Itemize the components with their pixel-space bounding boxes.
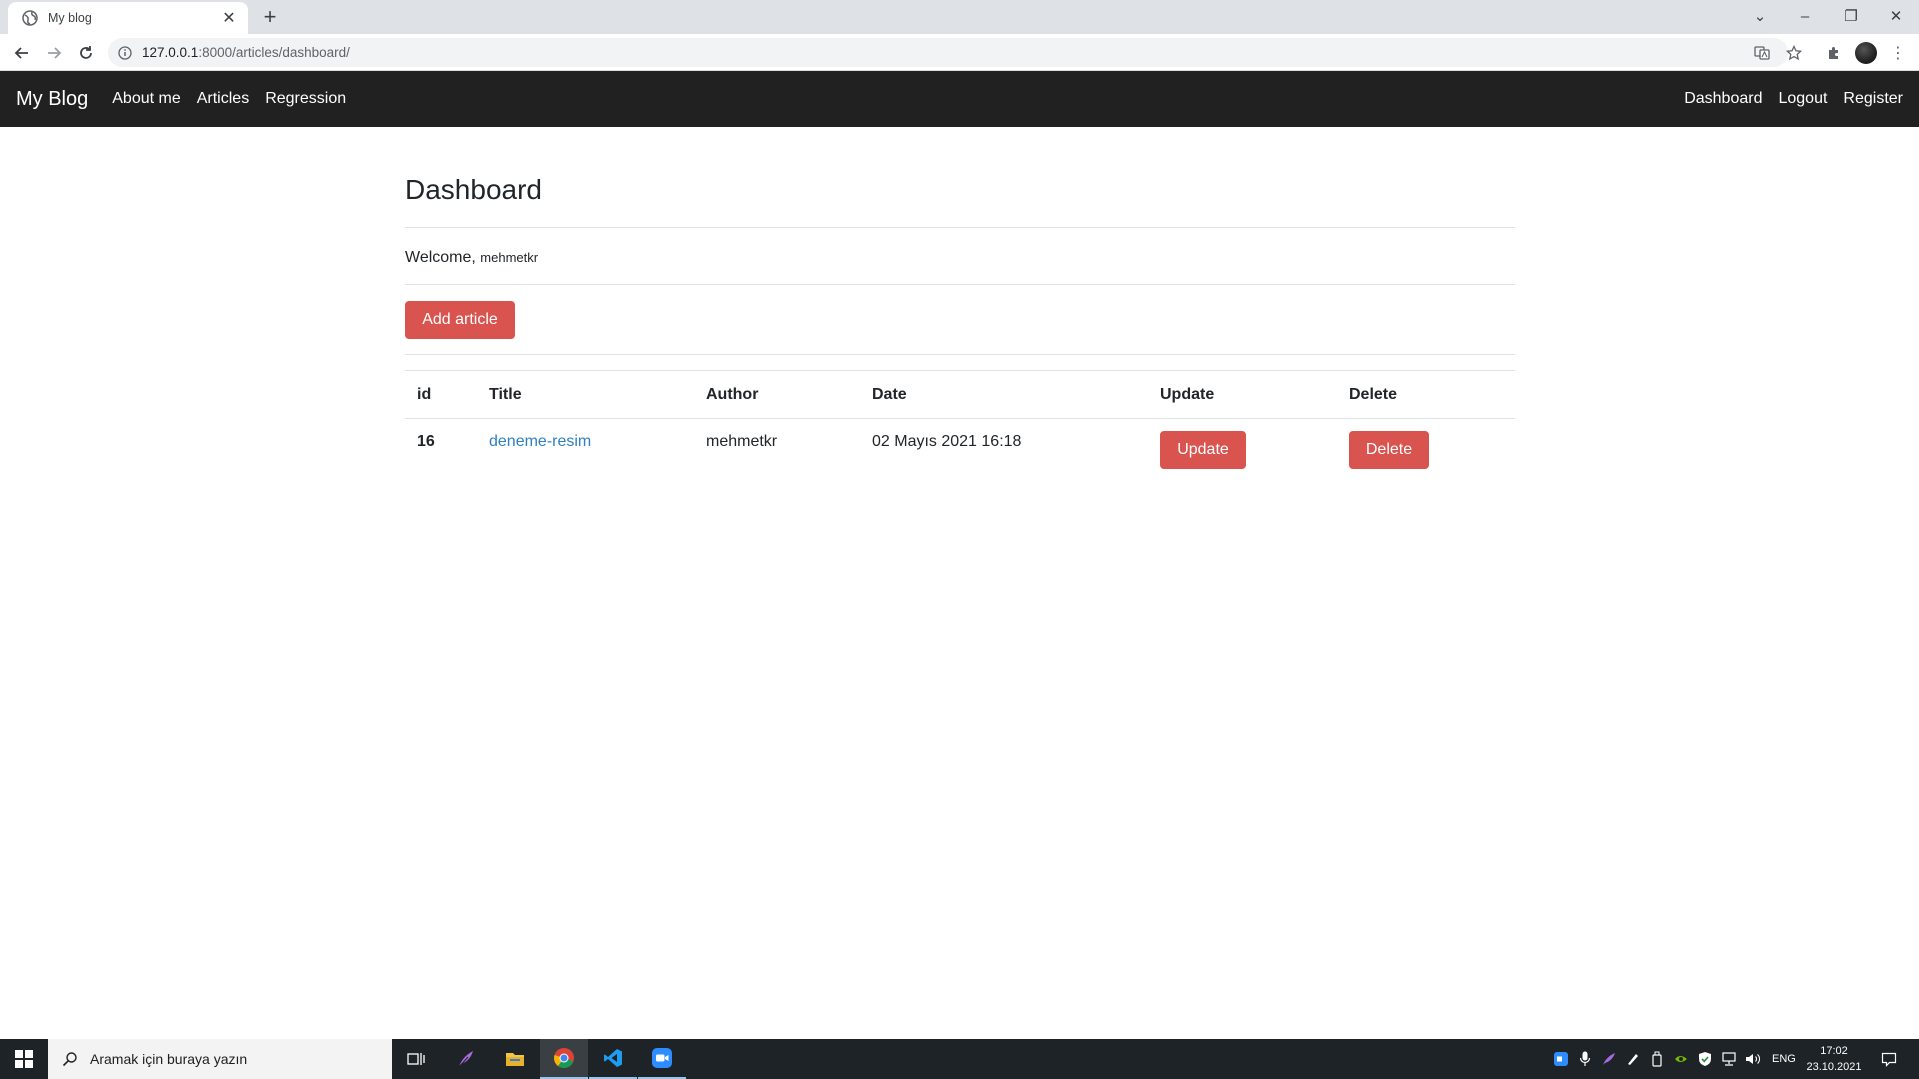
back-arrow-icon — [14, 47, 28, 59]
globe-icon — [22, 10, 38, 26]
header-delete: Delete — [1337, 370, 1515, 419]
translate-icon[interactable] — [1750, 41, 1774, 65]
close-tab-icon[interactable]: ✕ — [220, 8, 238, 28]
reload-button[interactable] — [74, 41, 98, 65]
article-title-cell: deneme-resim — [477, 418, 694, 472]
profile-avatar[interactable] — [1854, 41, 1878, 65]
browser-menu-icon[interactable]: ⋮ — [1886, 41, 1910, 65]
feather-app-icon[interactable] — [442, 1039, 490, 1079]
header-author: Author — [694, 370, 860, 419]
volume-icon[interactable] — [1744, 1050, 1762, 1068]
update-button[interactable]: Update — [1160, 431, 1246, 469]
security-shield-icon[interactable] — [1696, 1050, 1714, 1068]
add-article-button[interactable]: Add article — [405, 301, 515, 339]
close-window-button[interactable]: ✕ — [1876, 4, 1916, 30]
bookmark-star-icon[interactable] — [1782, 41, 1806, 65]
forward-arrow-icon — [48, 47, 62, 59]
main-content: Dashboard Welcome, mehmetkr Add article … — [405, 127, 1515, 472]
nav-dashboard[interactable]: Dashboard — [1684, 90, 1762, 108]
zoom-tray-icon[interactable] — [1552, 1050, 1570, 1068]
start-button[interactable] — [0, 1039, 48, 1079]
page-title: Dashboard — [405, 174, 542, 205]
windows-taskbar: Aramak için buraya yazın ENG 17:02 23.10… — [0, 1039, 1919, 1079]
forward-button[interactable] — [42, 41, 66, 65]
feather-tray-icon[interactable] — [1600, 1050, 1618, 1068]
new-tab-button[interactable]: + — [258, 6, 282, 30]
browser-toolbar: 127.0.0.1:8000/articles/dashboard/ ⋮ — [0, 34, 1919, 71]
divider — [405, 284, 1515, 285]
divider — [405, 227, 1515, 228]
username: mehmetkr — [480, 250, 539, 265]
delete-cell: Delete — [1337, 418, 1515, 472]
delete-button[interactable]: Delete — [1349, 431, 1429, 469]
nav-logout[interactable]: Logout — [1778, 90, 1827, 108]
header-date: Date — [860, 370, 1148, 419]
zoom-app-icon[interactable] — [638, 1039, 686, 1079]
pen-tray-icon[interactable] — [1624, 1050, 1642, 1068]
minimize-button[interactable]: – — [1785, 4, 1825, 30]
chrome-icon[interactable] — [540, 1039, 588, 1079]
windows-logo-icon — [15, 1050, 33, 1068]
reload-icon — [80, 46, 92, 59]
nav-regression[interactable]: Regression — [265, 90, 346, 108]
notification-center-icon[interactable] — [1880, 1050, 1898, 1068]
address-bar[interactable]: 127.0.0.1:8000/articles/dashboard/ — [108, 38, 1788, 67]
info-icon[interactable] — [118, 45, 132, 60]
header-id: id — [405, 370, 477, 419]
nav-right-group: Dashboard Logout Register — [1668, 90, 1903, 108]
taskbar-search-box[interactable]: Aramak için buraya yazın — [48, 1039, 392, 1079]
file-explorer-icon[interactable] — [491, 1039, 539, 1079]
divider — [405, 354, 1515, 355]
welcome-prefix: Welcome, — [405, 249, 476, 266]
nav-register[interactable]: Register — [1843, 90, 1903, 108]
url-text: 127.0.0.1:8000/articles/dashboard/ — [142, 45, 350, 60]
update-cell: Update — [1148, 418, 1337, 472]
browser-tab[interactable]: My blog ✕ — [8, 2, 248, 34]
restore-button[interactable]: ❐ — [1831, 4, 1871, 30]
nav-about-me[interactable]: About me — [112, 90, 180, 108]
header-title: Title — [477, 370, 694, 419]
article-title-link[interactable]: deneme-resim — [489, 433, 591, 450]
tab-search-icon[interactable]: ⌄ — [1740, 4, 1780, 30]
article-date: 02 Mayıs 2021 16:18 — [860, 418, 1148, 472]
search-placeholder: Aramak için buraya yazın — [90, 1051, 248, 1067]
clock-date: 23.10.2021 — [1806, 1061, 1862, 1073]
network-icon[interactable] — [1720, 1050, 1738, 1068]
browser-tab-strip: My blog ✕ + ⌄ – ❐ ✕ — [0, 0, 1919, 34]
welcome-message: Welcome, mehmetkr — [405, 248, 1515, 268]
microphone-icon[interactable] — [1576, 1050, 1594, 1068]
nvidia-icon[interactable] — [1672, 1050, 1690, 1068]
article-author: mehmetkr — [694, 418, 860, 472]
vscode-icon[interactable] — [589, 1039, 637, 1079]
header-update: Update — [1148, 370, 1337, 419]
extensions-puzzle-icon[interactable] — [1822, 41, 1846, 65]
table-header-row: id Title Author Date Update Delete — [405, 370, 1515, 419]
nav-articles[interactable]: Articles — [197, 90, 249, 108]
back-button[interactable] — [10, 41, 34, 65]
task-view-icon[interactable] — [392, 1039, 440, 1079]
clock-time: 17:02 — [1820, 1045, 1848, 1057]
usb-device-icon[interactable] — [1648, 1050, 1666, 1068]
table-row: 16 deneme-resim mehmetkr 02 Mayıs 2021 1… — [405, 418, 1515, 472]
article-id: 16 — [405, 418, 477, 472]
taskbar-clock[interactable]: 17:02 23.10.2021 — [1792, 1043, 1876, 1075]
articles-table: id Title Author Date Update Delete 16 de… — [405, 370, 1515, 472]
search-icon — [62, 1052, 77, 1067]
tab-title: My blog — [48, 11, 92, 25]
site-navbar: My Blog About me Articles Regression Das… — [0, 71, 1919, 127]
brand-link[interactable]: My Blog — [16, 88, 88, 111]
